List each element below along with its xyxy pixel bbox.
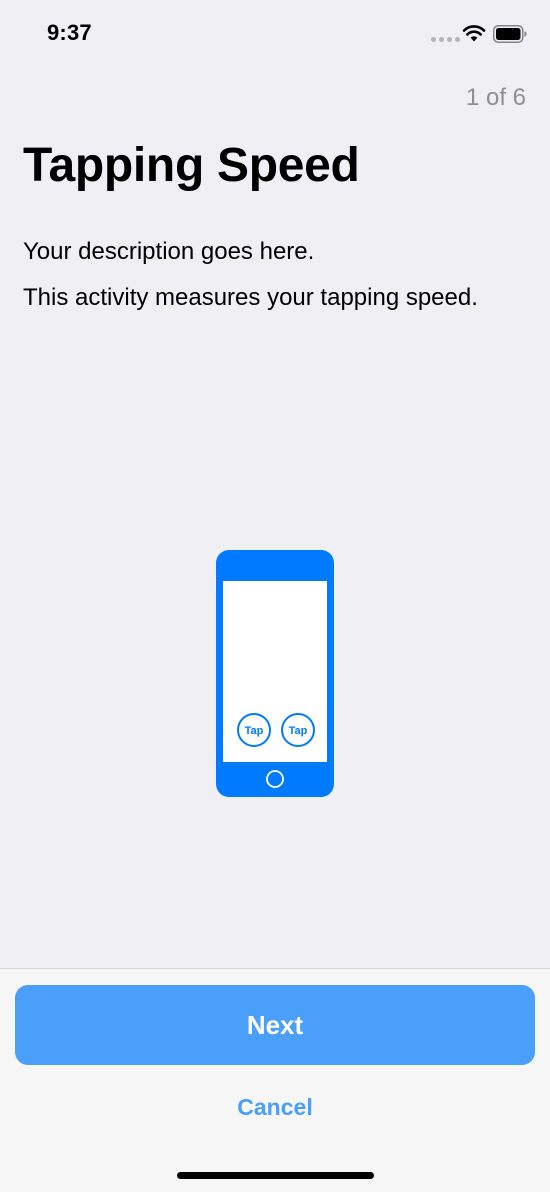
cancel-button[interactable]: Cancel	[175, 1085, 375, 1129]
wifi-icon	[462, 25, 486, 42]
phone-tapping-illustration: Tap Tap	[216, 550, 334, 797]
home-indicator[interactable]	[177, 1172, 374, 1179]
cellular-signal-icon	[431, 37, 460, 42]
bottom-toolbar: Next Cancel	[0, 968, 550, 1192]
description-text: Your description goes here.	[23, 238, 315, 265]
tap-label-right: Tap	[289, 725, 308, 737]
status-time: 9:37	[47, 20, 92, 45]
tap-label-left: Tap	[245, 725, 264, 737]
page-title: Tapping Speed	[23, 139, 360, 192]
detail-text: This activity measures your tapping spee…	[23, 284, 478, 311]
step-indicator: 1 of 6	[465, 84, 526, 111]
battery-icon	[493, 25, 527, 43]
next-button[interactable]: Next	[15, 985, 535, 1065]
status-bar: 9:37	[0, 0, 550, 70]
